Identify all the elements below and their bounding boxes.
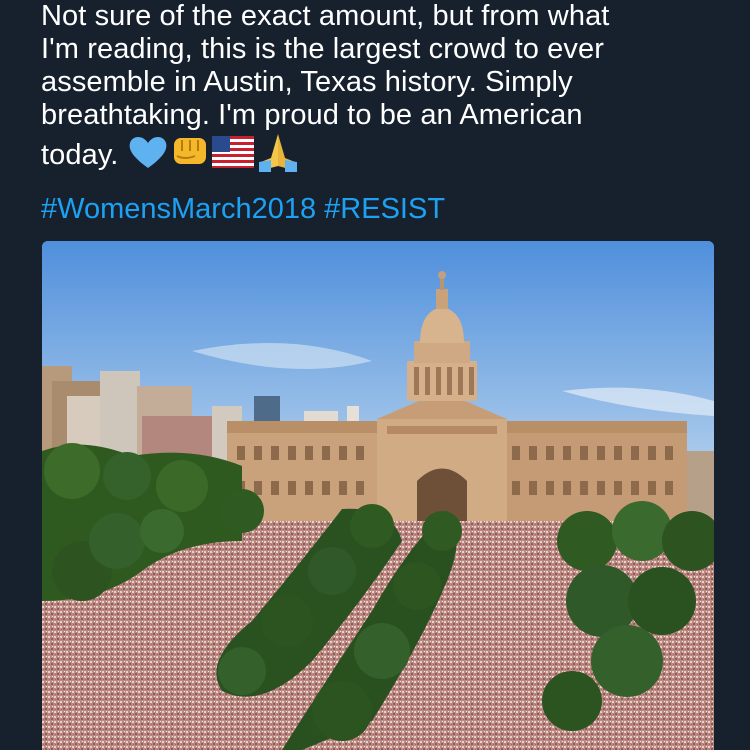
fist-icon bbox=[174, 138, 207, 164]
tweet-line: assemble in Austin, Texas history. Simpl… bbox=[41, 66, 573, 98]
us-flag-icon bbox=[212, 136, 255, 168]
tweet-line: Not sure of the exact amount, but from w… bbox=[41, 0, 610, 32]
tweet-photo[interactable] bbox=[42, 241, 714, 750]
tweet-line: I'm reading, this is the largest crowd t… bbox=[41, 33, 604, 65]
emoji-row bbox=[128, 132, 299, 172]
tweet-text: Not sure of the exact amount, but from w… bbox=[41, 0, 731, 172]
blue-heart-icon bbox=[130, 136, 167, 168]
hashtag-womens-march[interactable]: #WomensMarch2018 bbox=[41, 193, 316, 225]
tweet-line: breathtaking. I'm proud to be an America… bbox=[41, 99, 583, 131]
hashtag-resist[interactable]: #RESIST bbox=[324, 193, 445, 225]
hashtags: #WomensMarch2018 #RESIST bbox=[41, 193, 445, 226]
praying-hands-icon bbox=[259, 134, 298, 172]
tweet-line-text: today. bbox=[41, 139, 119, 171]
tweet-line: today. bbox=[41, 132, 731, 172]
photo-of-crowd-at-texas-capitol bbox=[42, 241, 714, 750]
